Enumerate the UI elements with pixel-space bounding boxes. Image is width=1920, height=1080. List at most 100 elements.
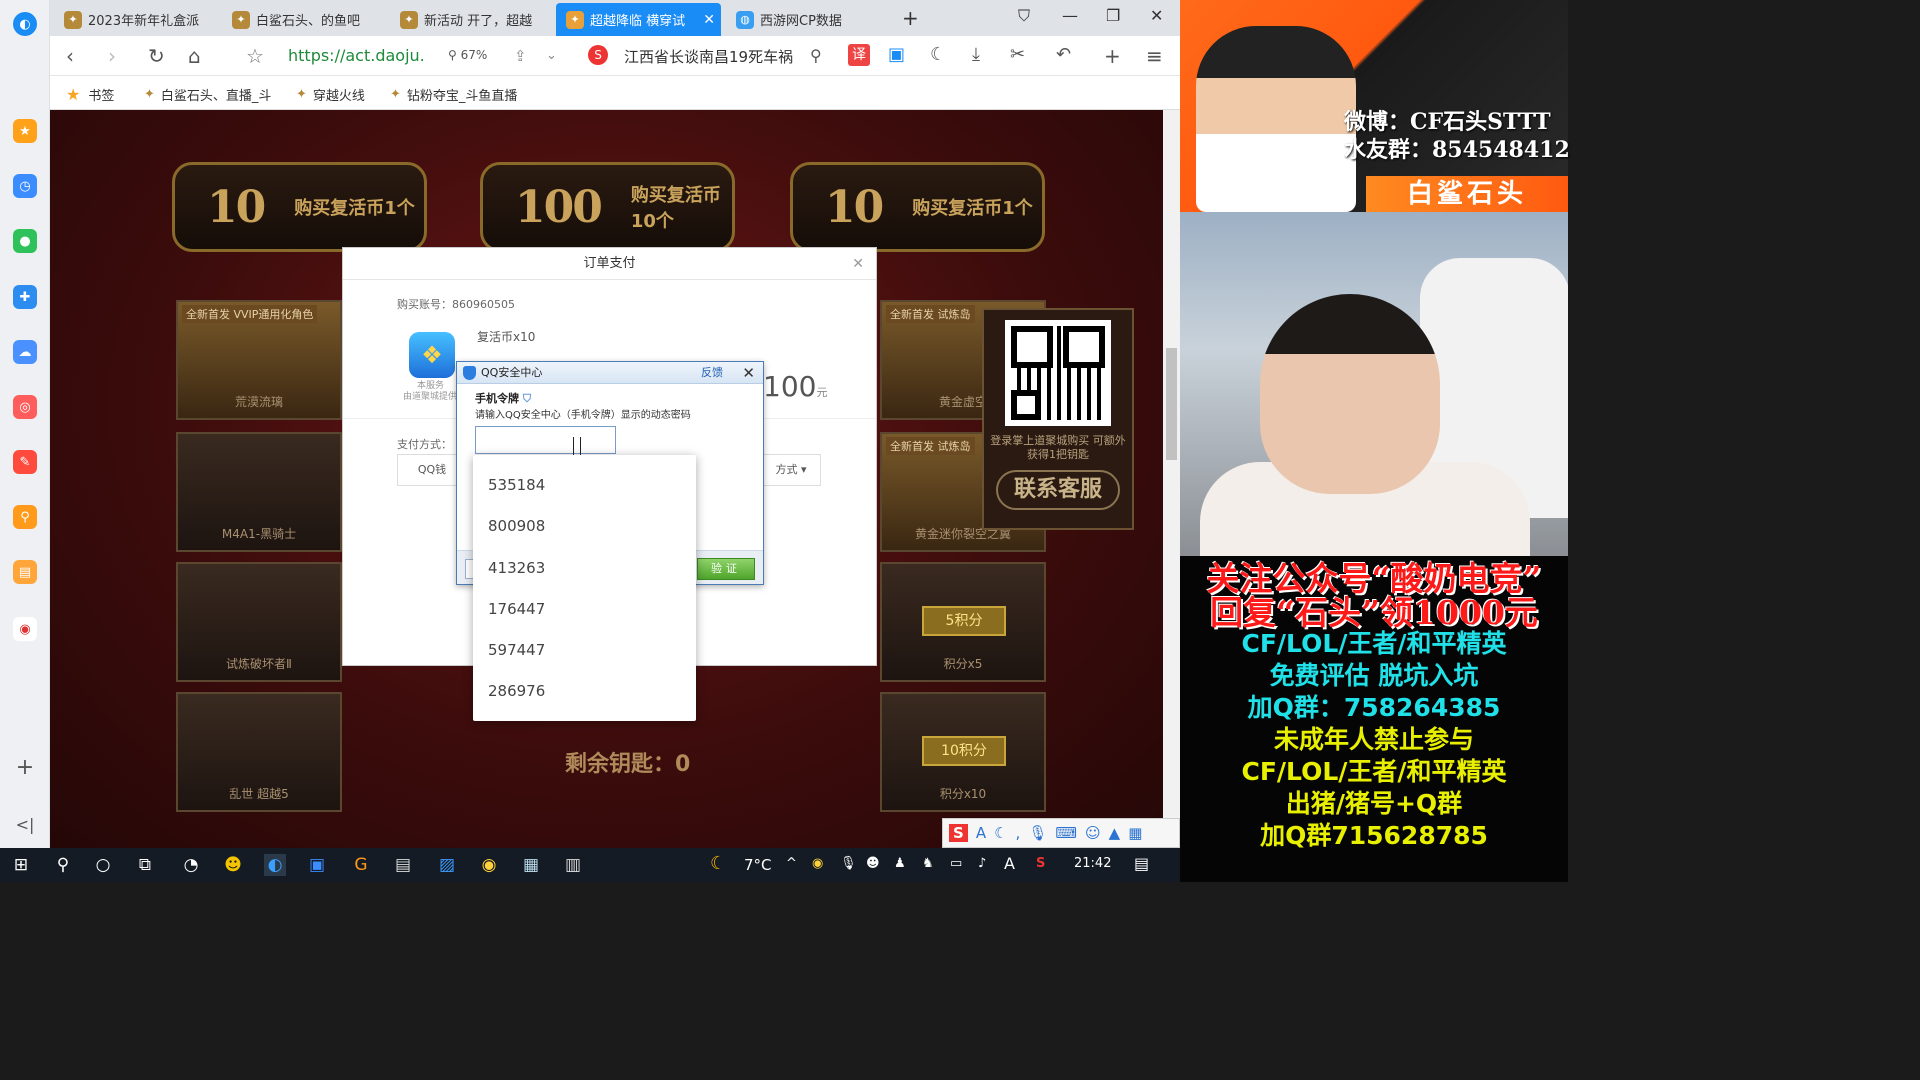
app-icon[interactable]: ▤	[392, 854, 414, 876]
tab-2[interactable]: ✦ 白鲨石头、的鱼吧	[222, 3, 387, 36]
ime-mode-icon[interactable]: A	[976, 824, 986, 842]
ime-keyboard-icon[interactable]: ⌨	[1055, 824, 1077, 842]
notification-icon[interactable]: ▤	[1134, 854, 1149, 873]
cut-icon[interactable]: ✂	[1010, 44, 1025, 65]
weather-icon[interactable]: ☾	[710, 853, 726, 874]
search-box[interactable]: 江西省长谈南昌19死车祸	[624, 46, 793, 67]
add-sidebar-icon[interactable]: +	[13, 755, 37, 780]
app-icon[interactable]: ◉	[478, 854, 500, 876]
close-window-icon[interactable]: ✕	[1150, 6, 1163, 25]
tray-app-icon[interactable]: ♟	[894, 856, 906, 871]
tray-chevron-icon[interactable]: ^	[786, 856, 797, 871]
wechat-icon[interactable]: ●	[13, 229, 37, 253]
prize-card[interactable]: M4A1-黑骑士	[176, 432, 342, 552]
add-icon[interactable]: +	[1104, 44, 1121, 68]
menu-icon[interactable]: ≡	[1146, 44, 1163, 68]
tab-close-icon[interactable]: ✕	[703, 12, 715, 28]
close-icon[interactable]: ✕	[742, 362, 755, 384]
home-icon[interactable]: ⌂	[188, 44, 201, 68]
zoom-indicator[interactable]: ⚲ 67%	[448, 48, 487, 62]
ime-punct-icon[interactable]: ,	[1016, 824, 1021, 842]
network-icon[interactable]: ▭	[950, 856, 962, 871]
app-icon[interactable]: ▨	[436, 854, 458, 876]
undo-icon[interactable]: ↶	[1056, 44, 1071, 65]
app-icon[interactable]: G	[350, 854, 372, 876]
ime-toolbar[interactable]: S A ☾ , 🎙 ⌨ ☺ ▲ ▦	[942, 818, 1180, 848]
history-icon[interactable]: ◷	[13, 174, 37, 198]
scrollbar[interactable]	[1163, 110, 1180, 848]
clock[interactable]: 21:42	[1074, 856, 1111, 871]
ime-grid-icon[interactable]: ▦	[1128, 824, 1142, 842]
search-engine-icon[interactable]: S	[588, 45, 608, 65]
night-mode-icon[interactable]: ☾	[930, 44, 946, 65]
bookmark-item[interactable]: ✦ 穿越火线	[296, 85, 365, 104]
taskbar-search-icon[interactable]: ⚲	[52, 854, 74, 876]
back-icon[interactable]: ‹	[66, 44, 74, 68]
tray-app-icon[interactable]: ♞	[922, 856, 934, 871]
app-icon[interactable]: ◔	[180, 854, 202, 876]
suggestion-item[interactable]: 413263	[473, 548, 696, 589]
tray-app-icon[interactable]: ☻	[866, 856, 880, 871]
prize-card[interactable]: 乱世 超越5	[176, 692, 342, 812]
new-tab-button[interactable]: +	[902, 6, 919, 30]
share-icon[interactable]: ⇪	[514, 47, 527, 65]
tray-app-icon[interactable]: ◉	[812, 856, 823, 871]
search-icon[interactable]: ⚲	[810, 46, 822, 65]
tab-3[interactable]: ✦ 新活动 开了，超越	[390, 3, 555, 36]
app-icon[interactable]: ☻	[222, 854, 244, 876]
app-icon[interactable]: ▣	[306, 854, 328, 876]
cloud-icon[interactable]: ☁	[13, 340, 37, 364]
task-view-icon[interactable]: ⧉	[134, 854, 156, 876]
tab-4-active[interactable]: ✦ 超越降临 横穿试 ✕	[556, 3, 721, 36]
input-language-icon[interactable]: A	[1004, 854, 1015, 873]
dynamic-password-input[interactable]	[475, 426, 616, 454]
tab-5[interactable]: ◍ 西游网CP数据	[726, 3, 891, 36]
plugin-icon[interactable]: ✚	[13, 285, 37, 309]
refresh-icon[interactable]: ↻	[148, 44, 165, 68]
sogou-tray-icon[interactable]: S	[1036, 856, 1045, 871]
extension-icon[interactable]: ▣	[888, 44, 905, 65]
game-icon[interactable]: ◉	[13, 617, 37, 641]
points-button[interactable]: 5积分	[922, 606, 1006, 636]
ime-skin-icon[interactable]: ▲	[1109, 824, 1121, 842]
scrollbar-thumb[interactable]	[1166, 348, 1177, 460]
contact-service-button[interactable]: 联系客服	[996, 470, 1120, 510]
dialog-close-icon[interactable]: ✕	[852, 256, 864, 272]
pdf-icon[interactable]: ✎	[13, 450, 37, 474]
prize-card[interactable]: 试炼破坏者Ⅱ	[176, 562, 342, 682]
ime-user-icon[interactable]: ☺	[1085, 824, 1101, 842]
calculator-icon[interactable]: ▥	[562, 854, 584, 876]
bookmark-item[interactable]: ✦ 钻粉夺宝_斗鱼直播	[390, 85, 517, 104]
prize-card[interactable]: 5积分 积分x5	[880, 562, 1046, 682]
minimize-icon[interactable]: —	[1062, 6, 1078, 25]
suggestion-item[interactable]: 535184	[473, 465, 696, 506]
shopping-icon[interactable]: ◎	[13, 395, 37, 419]
ime-mic-icon[interactable]: 🎙	[1028, 824, 1047, 842]
bookmark-item[interactable]: ✦ 白鲨石头、直播_斗	[144, 85, 271, 104]
points-button[interactable]: 10积分	[922, 736, 1006, 766]
sogou-icon[interactable]: S	[949, 824, 968, 842]
restore-icon[interactable]: ❐	[1106, 6, 1120, 25]
suggestion-item[interactable]: 286976	[473, 671, 696, 712]
prize-card[interactable]: 全新首发 VVIP通用化角色 荒漠流璃	[176, 300, 342, 420]
translate-button[interactable]: 译	[848, 44, 870, 66]
purchase-banner-3[interactable]: 10 购买复活币1个	[790, 162, 1045, 252]
favorites-icon[interactable]: ★	[13, 119, 37, 143]
volume-icon[interactable]: ♪	[978, 856, 986, 871]
forward-icon[interactable]: ›	[108, 44, 116, 68]
windows-start-icon[interactable]: ⊞	[10, 854, 32, 876]
pin-icon[interactable]: ⛉	[1018, 6, 1030, 26]
tray-mic-icon[interactable]: 🎙	[840, 856, 857, 871]
star-icon[interactable]: ☆	[246, 44, 264, 68]
weather-temp[interactable]: 7°C	[744, 856, 772, 874]
suggestion-item[interactable]: 800908	[473, 506, 696, 547]
pay-other-option[interactable]: 方式 ▾	[761, 454, 821, 486]
search-sidebar-icon[interactable]: ⚲	[13, 505, 37, 529]
bookmark-root[interactable]: ★ 书签	[66, 85, 114, 104]
verify-button[interactable]: 验证	[697, 558, 755, 580]
browser-logo-icon[interactable]: ◐	[13, 12, 37, 36]
browser-taskbar-icon[interactable]: ◐	[264, 854, 286, 876]
ime-moon-icon[interactable]: ☾	[994, 824, 1007, 842]
notes-icon[interactable]: ▤	[13, 560, 37, 584]
download-icon[interactable]: ⤓	[972, 44, 980, 65]
